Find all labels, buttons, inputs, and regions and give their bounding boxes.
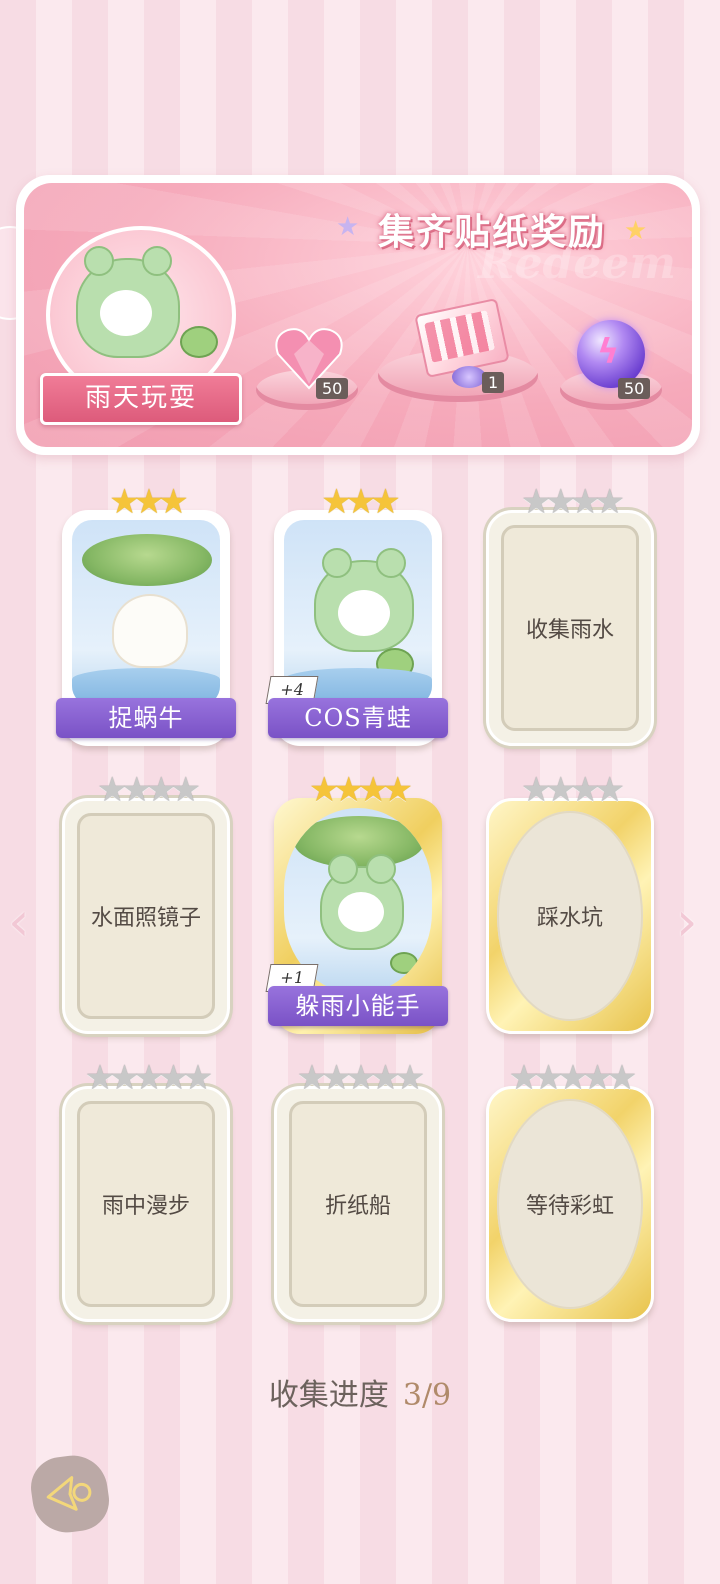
collection-progress: 收集进度 3/9: [0, 1370, 720, 1414]
card-title: 等待彩虹: [525, 1194, 614, 1219]
star-rating: ★★★★: [521, 770, 625, 810]
reward-count-badge: 1: [482, 372, 505, 393]
sticker-card-locked[interactable]: ★★★★ 收集雨水: [486, 484, 654, 746]
star-rating: ★★★: [109, 482, 188, 522]
sticker-card-locked[interactable]: ★★★★ 踩水坑: [486, 772, 654, 1034]
frog-character-icon: [76, 246, 180, 358]
card-title: 踩水坑: [536, 906, 603, 931]
card-title: COS青蛙: [268, 698, 448, 738]
next-page-arrow-icon[interactable]: ›: [676, 890, 698, 953]
star-rating: ★★★★★: [84, 1058, 213, 1098]
sticker-card-locked[interactable]: ★★★★ 水面照镜子: [62, 772, 230, 1034]
portrait-label: 雨天玩耍: [40, 373, 242, 425]
star-decoration-icon: ★: [336, 212, 360, 242]
star-rating: ★★★★★: [508, 1058, 637, 1098]
card-title: 水面照镜子: [90, 906, 201, 931]
card-title: 收集雨水: [525, 618, 614, 643]
puppy-icon: [112, 594, 188, 668]
sticker-card-locked[interactable]: ★★★★★ 折纸船: [274, 1060, 442, 1322]
sticker-card-locked[interactable]: ★★★★★ 雨中漫步: [62, 1060, 230, 1322]
progress-label: 收集进度: [268, 1378, 389, 1413]
card-title: 雨中漫步: [101, 1194, 190, 1219]
sticker-card[interactable]: ★★★ +4 COS青蛙: [265, 484, 448, 746]
purple-gem-icon: [452, 366, 486, 388]
sticker-card-locked[interactable]: ★★★★★ 等待彩虹: [486, 1060, 654, 1322]
star-rating: ★★★★: [521, 482, 625, 522]
sticker-card[interactable]: ★★★ 捉蜗牛: [56, 484, 236, 746]
small-frog-icon: [180, 326, 218, 358]
sticker-card[interactable]: ★★★★ +1 躲雨小能手: [265, 772, 448, 1034]
reward-count-badge: 50: [316, 378, 349, 399]
star-rating: ★★★★: [97, 770, 201, 810]
reward-title: 集齐贴纸奖励: [378, 212, 607, 253]
bunny-frog-character-icon: [320, 854, 404, 950]
back-button[interactable]: [27, 1451, 113, 1537]
card-title: 躲雨小能手: [268, 986, 448, 1026]
star-decoration-icon: ★: [624, 216, 648, 246]
prev-page-arrow-icon[interactable]: ‹: [8, 890, 30, 953]
back-arrow-icon: [46, 1476, 92, 1511]
sticker-image: [72, 520, 220, 706]
frog-character-icon: [314, 548, 414, 652]
card-title: 捉蜗牛: [56, 698, 236, 738]
card-title: 折纸船: [324, 1194, 391, 1219]
star-rating: ★★★: [321, 482, 400, 522]
small-frog-icon: [390, 952, 418, 974]
star-rating: ★★★★★: [296, 1058, 425, 1098]
progress-count: 3/9: [402, 1378, 452, 1413]
reward-count-badge: 50: [618, 378, 651, 399]
star-rating: ★★★★: [309, 770, 413, 810]
